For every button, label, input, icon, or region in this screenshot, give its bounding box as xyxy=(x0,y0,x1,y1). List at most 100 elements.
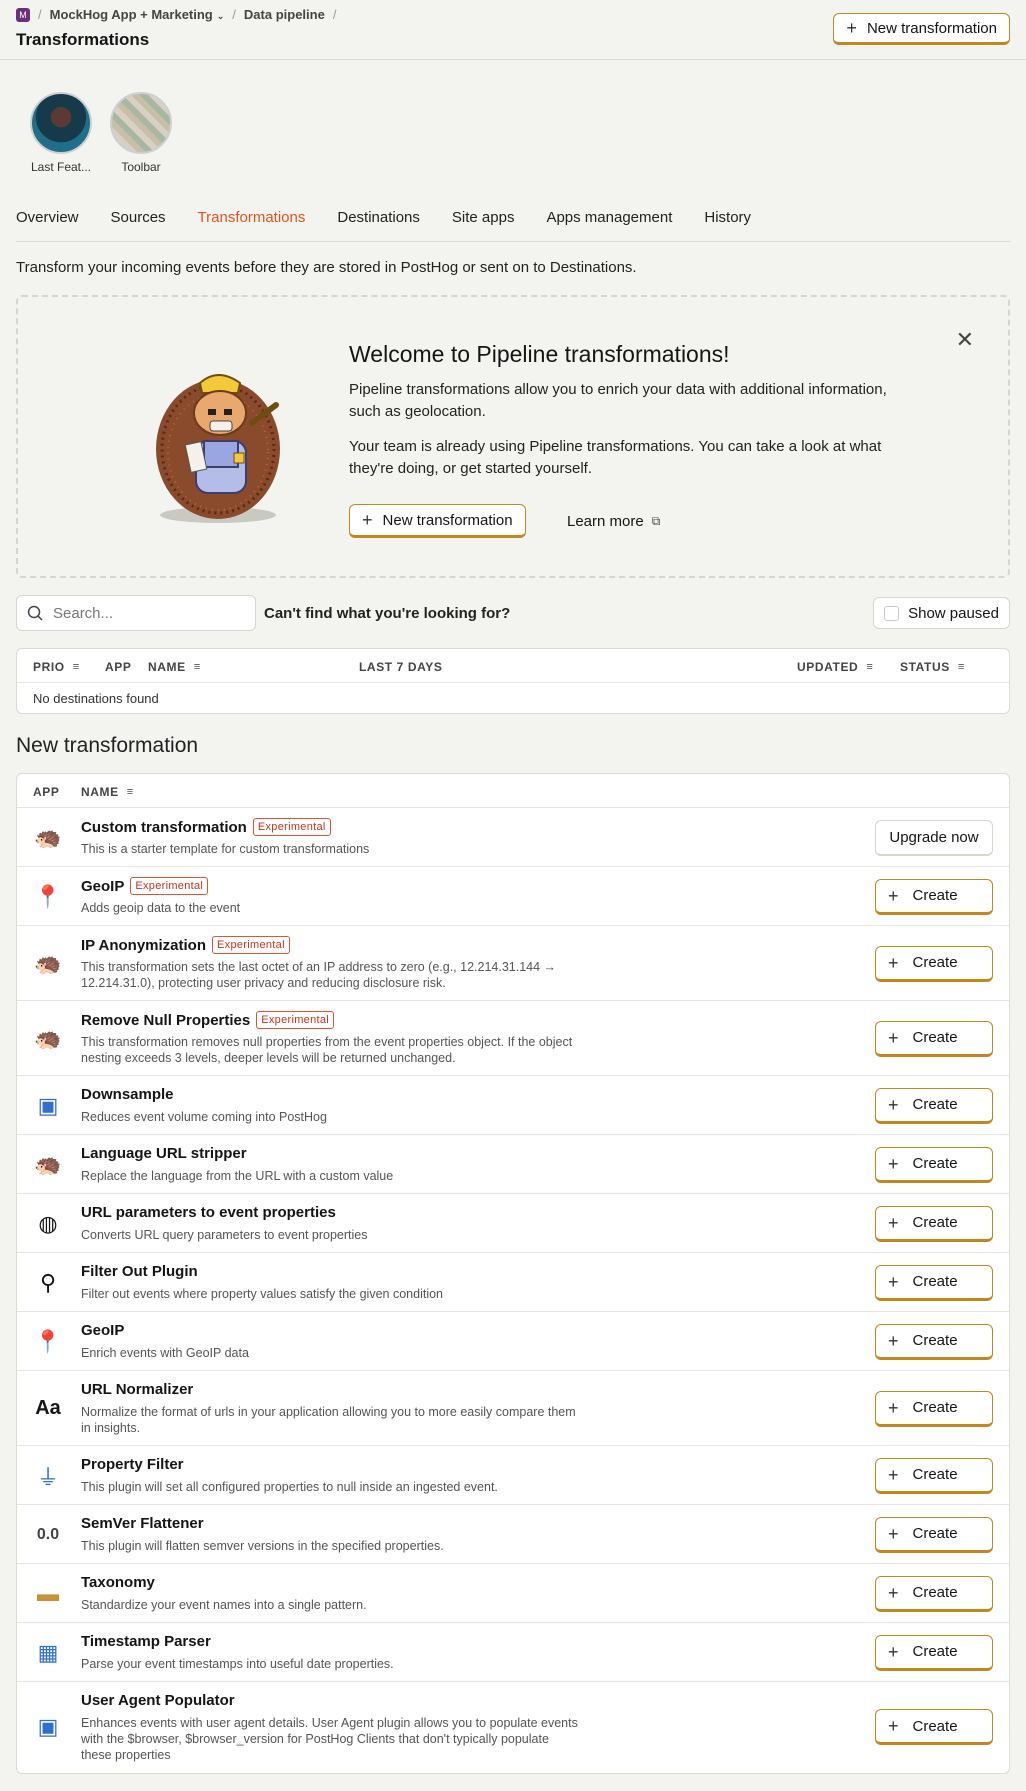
tab-apps-management[interactable]: Apps management xyxy=(546,209,672,241)
template-title: GeoIP Experimental xyxy=(81,877,209,895)
plus-icon: + xyxy=(362,510,373,530)
tab-transformations[interactable]: Transformations xyxy=(198,209,306,241)
page-title: Transformations xyxy=(16,30,150,49)
create-button[interactable]: + Create xyxy=(875,1457,993,1494)
create-button[interactable]: + Create xyxy=(875,1634,993,1671)
tab-site-apps[interactable]: Site apps xyxy=(452,209,515,241)
column-name[interactable]: NAME ≡ xyxy=(81,785,133,799)
template-name: Downsample xyxy=(81,1086,174,1103)
create-button[interactable]: + Create xyxy=(875,1205,993,1242)
template-name: Language URL stripper xyxy=(81,1145,247,1162)
funnel-icon: ⏚ xyxy=(36,1464,59,1490)
template-name: Property Filter xyxy=(81,1456,184,1473)
template-description: This is a starter template for custom tr… xyxy=(81,842,370,856)
column-app: APP xyxy=(33,785,59,799)
create-button[interactable]: + Create xyxy=(875,1516,993,1553)
sort-icon: ≡ xyxy=(957,661,965,673)
close-icon[interactable]: ✕ xyxy=(956,327,974,353)
breadcrumb-data-pipeline[interactable]: Data pipeline xyxy=(244,7,325,22)
template-name: Remove Null Properties xyxy=(81,1011,251,1029)
hedgehog-illustration xyxy=(156,374,280,523)
welcome-button-label: New transformation xyxy=(382,511,513,529)
button-label: Create xyxy=(912,1214,958,1231)
table-header: PRIO ≡ APP NAME ≡ LAST 7 DAYS UPDATED ≡ STA… xyxy=(17,649,1009,683)
column-name[interactable]: NAME ≡ xyxy=(148,660,200,674)
url-params-icon: ◍ xyxy=(38,1210,58,1236)
column-label: APP xyxy=(105,660,132,674)
learn-more-link[interactable]: Learn more ⧉ xyxy=(567,513,660,530)
template-name: GeoIP xyxy=(81,1322,125,1339)
column-prio[interactable]: PRIO ≡ xyxy=(33,660,79,674)
breadcrumb-project[interactable]: MockHog App + Marketing ⌄ xyxy=(50,7,225,22)
column-status[interactable]: STATUS ≡ xyxy=(900,660,964,674)
avatar-last-feature[interactable]: Last Feat... xyxy=(30,92,92,174)
table-row: ⏚ Property Filter This plugin will set all… xyxy=(17,1446,1009,1505)
upgrade-now-button[interactable]: Upgrade now xyxy=(875,819,993,856)
table-row: 📍 GeoIP Enrich events with GeoIP data + Crea… xyxy=(17,1312,1009,1371)
button-label: Upgrade now xyxy=(889,828,979,846)
create-button[interactable]: + Create xyxy=(875,945,993,982)
template-name: Taxonomy xyxy=(81,1574,155,1591)
tab-overview[interactable]: Overview xyxy=(16,209,79,241)
search-field[interactable] xyxy=(16,595,256,631)
show-paused-checkbox[interactable] xyxy=(884,605,900,621)
org-icon[interactable]: M xyxy=(16,7,30,22)
template-description: Reduces event volume coming into PostHog xyxy=(81,1110,327,1124)
template-description: This transformation removes null propert… xyxy=(81,1035,573,1065)
plus-icon: + xyxy=(888,1716,899,1736)
template-description: Standardize your event names into a sing… xyxy=(81,1598,367,1612)
avatar[interactable] xyxy=(110,92,172,154)
tab-sources[interactable]: Sources xyxy=(111,209,166,241)
create-button[interactable]: + Create xyxy=(875,1146,993,1183)
sort-icon: ≡ xyxy=(866,661,873,673)
avatar[interactable] xyxy=(30,92,92,154)
template-title: Taxonomy xyxy=(81,1574,155,1591)
template-description: This plugin will set all configured prop… xyxy=(81,1480,498,1494)
tab-destinations[interactable]: Destinations xyxy=(337,209,420,241)
template-description: Adds geoip data to the event xyxy=(81,901,241,915)
create-button[interactable]: + Create xyxy=(875,878,993,915)
avatar-label: Last Feat... xyxy=(30,160,92,174)
welcome-new-transformation-button[interactable]: + New transformation xyxy=(349,504,526,538)
create-button[interactable]: + Create xyxy=(875,1390,993,1427)
create-button[interactable]: + Create xyxy=(875,1020,993,1057)
template-name: SemVer Flattener xyxy=(81,1515,204,1532)
template-description: This transformation sets the last octet … xyxy=(81,960,557,990)
search-input[interactable] xyxy=(53,604,233,622)
table-row: 0.0 SemVer Flattener This plugin will flat… xyxy=(17,1505,1009,1564)
top-header: M / MockHog App + Marketing ⌄ / Data pipe… xyxy=(0,0,1026,60)
button-label: Create xyxy=(912,1717,958,1735)
table-row: 📍 GeoIP Experimental Adds geoip data to the… xyxy=(17,867,1009,926)
hedgehog-icon: 🦔 xyxy=(34,1025,62,1051)
breadcrumb: M / MockHog App + Marketing ⌄ / Data pipe… xyxy=(16,7,336,22)
template-name: Timestamp Parser xyxy=(81,1633,211,1650)
plus-icon: + xyxy=(888,1094,899,1115)
notebook-avatars: Last Feat... Toolbar xyxy=(30,92,172,174)
create-button[interactable]: + Create xyxy=(875,1323,993,1360)
template-name: User Agent Populator xyxy=(81,1692,235,1709)
button-label: Create xyxy=(912,1155,958,1172)
create-button[interactable]: + Create xyxy=(875,1264,993,1301)
plus-icon: + xyxy=(888,1271,899,1292)
create-button[interactable]: + Create xyxy=(875,1087,993,1124)
column-label: NAME xyxy=(81,785,119,799)
template-name: Custom transformation xyxy=(81,818,247,836)
template-title: Property Filter xyxy=(81,1456,184,1473)
chevron-down-icon: ⌄ xyxy=(216,11,225,21)
column-updated[interactable]: UPDATED ≡ xyxy=(797,660,873,674)
template-title: SemVer Flattener xyxy=(81,1515,204,1532)
plus-icon: + xyxy=(888,1464,899,1485)
avatar-toolbar[interactable]: Toolbar xyxy=(110,92,172,174)
cant-find-link[interactable]: Can't find what you're looking for? xyxy=(264,605,510,622)
create-button[interactable]: + Create xyxy=(875,1575,993,1612)
tab-history[interactable]: History xyxy=(704,209,751,241)
template-title: IP Anonymization Experimental xyxy=(81,936,290,954)
new-transformation-button[interactable]: + New transformation xyxy=(833,13,1010,45)
create-button[interactable]: + Create xyxy=(875,1709,993,1745)
template-name: URL parameters to event properties xyxy=(81,1204,336,1221)
template-name: IP Anonymization xyxy=(81,936,207,954)
template-title: Custom transformation Experimental xyxy=(81,818,331,836)
table-row: ▦ Timestamp Parser Parse your event timest… xyxy=(17,1623,1009,1682)
table-row: 🦔 Language URL stripper Replace the langua… xyxy=(17,1135,1009,1194)
show-paused-toggle[interactable]: Show paused xyxy=(873,597,1010,629)
